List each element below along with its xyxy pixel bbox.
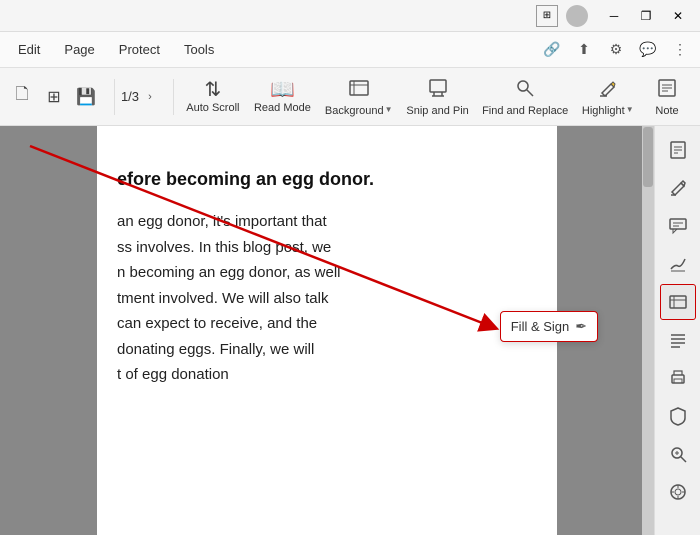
background-label-wrap: Background ▼	[325, 103, 393, 117]
highlight-label: Highlight	[582, 105, 625, 117]
next-page-btn[interactable]: ›	[141, 88, 159, 106]
note-icon	[656, 77, 678, 103]
find-replace-label: Find and Replace	[482, 105, 568, 117]
save-btn[interactable]: 💾	[72, 83, 100, 111]
main-area: efore becoming an egg donor. an egg dono…	[0, 126, 700, 535]
doc-line-6: donating eggs. Finally, we will	[117, 341, 314, 358]
auto-scroll-btn[interactable]: ⇅ Auto Scroll	[180, 72, 246, 122]
auto-scroll-icon: ⇅	[204, 80, 221, 100]
minimize-button[interactable]: ─	[600, 5, 628, 27]
background-icon	[348, 77, 370, 103]
page-number: 1/3	[121, 89, 139, 104]
menu-protect[interactable]: Protect	[109, 38, 170, 61]
note-btn[interactable]: Note	[642, 72, 692, 122]
toolbar-left: 🗋 ⊞ 💾	[8, 83, 100, 111]
sidebar-edit-icon[interactable]	[660, 170, 696, 206]
title-bar: ⊞ ─ ❐ ✕	[0, 0, 700, 32]
page-navigation: 1/3 ›	[121, 88, 159, 106]
close-button[interactable]: ✕	[664, 5, 692, 27]
sidebar-print-icon[interactable]	[660, 360, 696, 396]
divider-2	[173, 79, 174, 115]
fill-sign-popup[interactable]: Fill & Sign ✒	[500, 311, 598, 342]
snip-pin-icon	[427, 77, 449, 103]
doc-line-3: n becoming an egg donor, as well	[117, 264, 340, 281]
doc-line-5: can expect to receive, and the	[117, 315, 317, 332]
background-label: Background	[325, 105, 384, 117]
sidebar-align-icon[interactable]	[660, 322, 696, 358]
read-mode-btn[interactable]: 📖 Read Mode	[248, 72, 317, 122]
highlight-icon	[597, 77, 619, 103]
more-icon[interactable]: ⋮	[668, 38, 692, 62]
avatar	[566, 5, 588, 27]
settings-icon[interactable]: ⚙	[604, 38, 628, 62]
note-label: Note	[655, 105, 678, 117]
divider-1	[114, 79, 115, 115]
read-mode-label: Read Mode	[254, 102, 311, 114]
sidebar-sign-icon[interactable]	[660, 246, 696, 282]
view-mode-btn[interactable]: ⊞	[40, 83, 68, 111]
background-dropdown-arrow: ▼	[385, 105, 393, 114]
menu-edit[interactable]: Edit	[8, 38, 50, 61]
scrollbar-thumb[interactable]	[643, 127, 653, 187]
sidebar-protect-icon[interactable]	[660, 398, 696, 434]
sidebar-fill-sign-icon[interactable]	[660, 284, 696, 320]
doc-line-7: t of egg donation	[117, 366, 229, 383]
read-mode-icon: 📖	[270, 80, 295, 100]
doc-line-1: an egg donor, it's important that	[117, 213, 327, 230]
doc-line-2: ss involves. In this blog post, we	[117, 239, 331, 256]
share-icon[interactable]: ⬆	[572, 38, 596, 62]
new-doc-btn[interactable]: 🗋	[8, 83, 36, 111]
menu-tools[interactable]: Tools	[174, 38, 224, 61]
doc-page: efore becoming an egg donor. an egg dono…	[97, 126, 557, 535]
find-replace-icon	[514, 77, 536, 103]
doc-scrollbar[interactable]	[642, 126, 654, 535]
menu-page[interactable]: Page	[54, 38, 104, 61]
snip-pin-btn[interactable]: Snip and Pin	[400, 72, 474, 122]
sidebar-doc-icon[interactable]	[660, 132, 696, 168]
fill-sign-icon: ✒	[575, 318, 587, 335]
highlight-dropdown-arrow: ▼	[626, 105, 634, 114]
fill-sign-label: Fill & Sign	[511, 319, 570, 334]
link-icon[interactable]: 🔗	[540, 38, 564, 62]
find-replace-btn[interactable]: Find and Replace	[477, 72, 574, 122]
sidebar-zoom-icon[interactable]	[660, 436, 696, 472]
restore-button[interactable]: ❐	[632, 5, 660, 27]
title-bar-controls: ─ ❐ ✕	[600, 5, 692, 27]
toolbar: 🗋 ⊞ 💾 1/3 › ⇅ Auto Scroll 📖 Read Mode Ba…	[0, 68, 700, 126]
auto-scroll-label: Auto Scroll	[186, 102, 239, 114]
menu-bar: Edit Page Protect Tools 🔗 ⬆ ⚙ 💬 ⋮	[0, 32, 700, 68]
highlight-btn[interactable]: Highlight ▼	[576, 72, 640, 122]
doc-area: efore becoming an egg donor. an egg dono…	[0, 126, 654, 535]
highlight-label-wrap: Highlight ▼	[582, 103, 634, 117]
view-icon: ⊞	[536, 5, 558, 27]
doc-line-4: tment involved. We will also talk	[117, 290, 328, 307]
comment-icon[interactable]: 💬	[636, 38, 660, 62]
menu-bar-right: 🔗 ⬆ ⚙ 💬 ⋮	[540, 38, 692, 62]
right-sidebar	[654, 126, 700, 535]
snip-pin-label: Snip and Pin	[406, 105, 468, 117]
doc-body: an egg donor, it's important that ss inv…	[117, 209, 527, 388]
sidebar-comment-icon[interactable]	[660, 208, 696, 244]
sidebar-target-icon[interactable]	[660, 474, 696, 510]
background-btn[interactable]: Background ▼	[319, 72, 398, 122]
doc-heading: efore becoming an egg donor.	[117, 166, 527, 193]
